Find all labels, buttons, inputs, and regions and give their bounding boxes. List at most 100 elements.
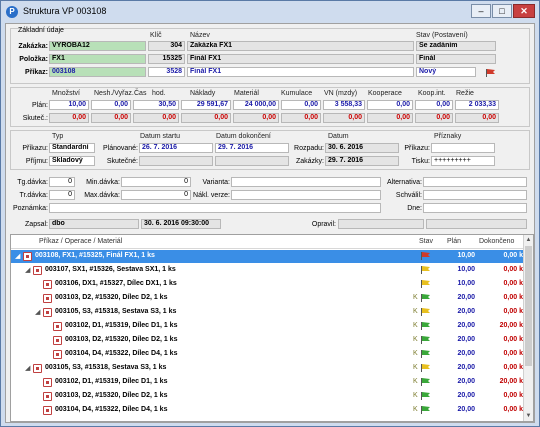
zakazka-label: Zakázka: [18, 43, 48, 50]
tree-col-name[interactable]: Příkaz / Operace / Materiál [39, 238, 122, 245]
min-davka-field[interactable]: 0 [121, 177, 191, 187]
kooperace-marker: K [413, 350, 418, 357]
client-area: Základní údaje Klíč Název Stav (Postaven… [5, 23, 535, 423]
tree-col-done[interactable]: Dokončeno [479, 238, 514, 245]
planovane-end-field[interactable]: 29. 7. 2016 [215, 143, 289, 153]
red-flag-icon[interactable] [486, 69, 495, 77]
yellow-flag-icon [421, 364, 430, 372]
order-icon [23, 252, 32, 261]
zakazka-field[interactable]: VYROBA12 [49, 41, 146, 51]
start-header: Datum startu [140, 133, 181, 140]
kooperace-marker: K [413, 308, 418, 315]
tree-col-stav[interactable]: Stav [419, 238, 433, 245]
order-icon [53, 336, 62, 345]
poznamka-field[interactable] [49, 203, 381, 213]
close-button[interactable]: ✕ [513, 4, 535, 18]
alternativa-field[interactable] [423, 177, 527, 187]
plan-value: 20,00 [457, 308, 475, 315]
tg-davka-field[interactable]: 0 [49, 177, 75, 187]
kooperace-marker: K [413, 336, 418, 343]
planovane-start-field[interactable]: 26. 7. 2016 [139, 143, 213, 153]
typ-prijmu-label: Příjmu: [25, 158, 48, 165]
varianta-field[interactable] [231, 177, 381, 187]
order-icon [43, 294, 52, 303]
polozka-stav: Finál [416, 54, 496, 64]
structure-tree[interactable]: Příkaz / Operace / Materiál Stav Plán Do… [10, 234, 534, 422]
actual-cas: 0,00 [133, 113, 179, 123]
window-title: Struktura VP 003108 [23, 6, 107, 16]
max-davka-field[interactable]: 0 [121, 190, 191, 200]
expand-icon[interactable]: ◢ [35, 308, 40, 316]
hod-header: hod. [152, 90, 166, 97]
opravil-label: Opravil: [311, 221, 336, 228]
basic-info-title: Základní údaje [18, 27, 64, 34]
varianta-label: Varianta: [202, 179, 231, 186]
dne-field[interactable] [423, 203, 527, 213]
koopint-header: Koop.int. [418, 90, 446, 97]
zakazky-field: 29. 7. 2016 [325, 156, 399, 166]
schvalil-field[interactable] [423, 190, 527, 200]
expand-icon[interactable]: ◢ [15, 252, 20, 260]
tree-row[interactable]: 003102, D1, #15319, Dílec D1, 1 ks K 20,00… [11, 320, 524, 333]
polozka-label: Položka: [19, 56, 48, 63]
polozka-field[interactable]: FX1 [49, 54, 146, 64]
kooperace-marker: K [413, 392, 418, 399]
nakl-verze-field[interactable] [231, 190, 381, 200]
scroll-down-icon[interactable]: ▼ [524, 411, 533, 421]
kooperace-marker: K [413, 322, 418, 329]
naklady-header: Náklady [190, 90, 216, 97]
prikaz-field[interactable]: 003108 [49, 67, 146, 77]
tree-row[interactable]: ◢ 003105, S3, #15318, Sestava S3, 1 ks K 20… [11, 306, 524, 319]
actual-rezie: 0,00 [455, 113, 499, 123]
scroll-thumb[interactable] [525, 246, 532, 366]
tree-scrollbar[interactable]: ▲ ▼ [523, 235, 533, 421]
title-bar[interactable]: P Struktura VP 003108 – □ ✕ [1, 1, 539, 23]
tisku-field[interactable]: +++++++++ [431, 156, 495, 166]
red-flag-icon [421, 252, 430, 260]
plan-koopint: 0,00 [415, 100, 453, 110]
prikaz-nazev: Finál FX1 [187, 67, 414, 77]
nazev-header: Název [190, 32, 210, 39]
tree-row[interactable]: 003102, D1, #15319, Dílec D1, 1 ks K 20,00… [11, 376, 524, 389]
plan-kooperace: 0,00 [367, 100, 413, 110]
tr-davka-field[interactable]: 0 [49, 190, 75, 200]
minimize-button[interactable]: – [471, 4, 491, 18]
typ-header: Typ [52, 133, 64, 140]
window: P Struktura VP 003108 – □ ✕ Základní úda… [0, 0, 540, 427]
tree-row[interactable]: 003106, DX1, #15327, Dílec DX1, 1 ks 10,0… [11, 278, 524, 291]
scroll-up-icon[interactable]: ▲ [524, 235, 533, 245]
typ-prikazu-field[interactable]: Standardní [49, 143, 95, 153]
green-flag-icon [421, 322, 430, 330]
maximize-button[interactable]: □ [492, 4, 512, 18]
tree-row-text: 003105, S3, #15318, Sestava S3, 1 ks [55, 308, 177, 315]
expand-icon[interactable]: ◢ [25, 266, 30, 274]
tree-row[interactable]: ◢ 003108, FX1, #15325, Finál FX1, 1 ks 10,… [11, 250, 524, 263]
tree-row-text: 003106, DX1, #15327, Dílec DX1, 1 ks [55, 280, 177, 287]
tree-row[interactable]: 003103, D2, #15320, Dílec D2, 1 ks K 20,00… [11, 334, 524, 347]
order-icon [53, 350, 62, 359]
expand-icon[interactable]: ◢ [25, 364, 30, 372]
tree-row[interactable]: ◢ 003105, S3, #15318, Sestava S3, 1 ks K 20… [11, 362, 524, 375]
tree-row[interactable]: 003104, D4, #15322, Dílec D4, 1 ks K 20,00… [11, 404, 524, 417]
plan-nesh: 0,00 [91, 100, 131, 110]
order-icon [33, 364, 42, 373]
material-header: Materiál [234, 90, 259, 97]
tree-row[interactable]: ◢ 003107, SX1, #15326, Sestava SX1, 1 ks 1… [11, 264, 524, 277]
plan-rezie: 2 033,33 [455, 100, 499, 110]
polozka-klic: 15325 [148, 54, 185, 64]
klic-header: Klíč [150, 32, 162, 39]
datum-header: Datum [328, 133, 349, 140]
priznaky-prikazu-field[interactable] [431, 143, 495, 153]
done-value: 0,00 k [503, 252, 523, 259]
tree-row[interactable]: 003103, D2, #15320, Dílec D2, 1 ks K 20,00… [11, 292, 524, 305]
order-icon [33, 266, 42, 275]
done-value: 0,00 k [503, 280, 523, 287]
tree-col-plan[interactable]: Plán [447, 238, 461, 245]
typ-prijmu-field[interactable]: Skladový [49, 156, 95, 166]
tree-row[interactable]: 003103, D2, #15320, Dílec D2, 1 ks K 20,00… [11, 390, 524, 403]
order-icon [43, 308, 52, 317]
tg-davka-label: Tg.dávka: [17, 179, 48, 186]
done-value: 0,00 k [503, 336, 523, 343]
tree-row[interactable]: 003104, D4, #15322, Dílec D4, 1 ks K 20,00… [11, 348, 524, 361]
skutecne-start-field [139, 156, 213, 166]
